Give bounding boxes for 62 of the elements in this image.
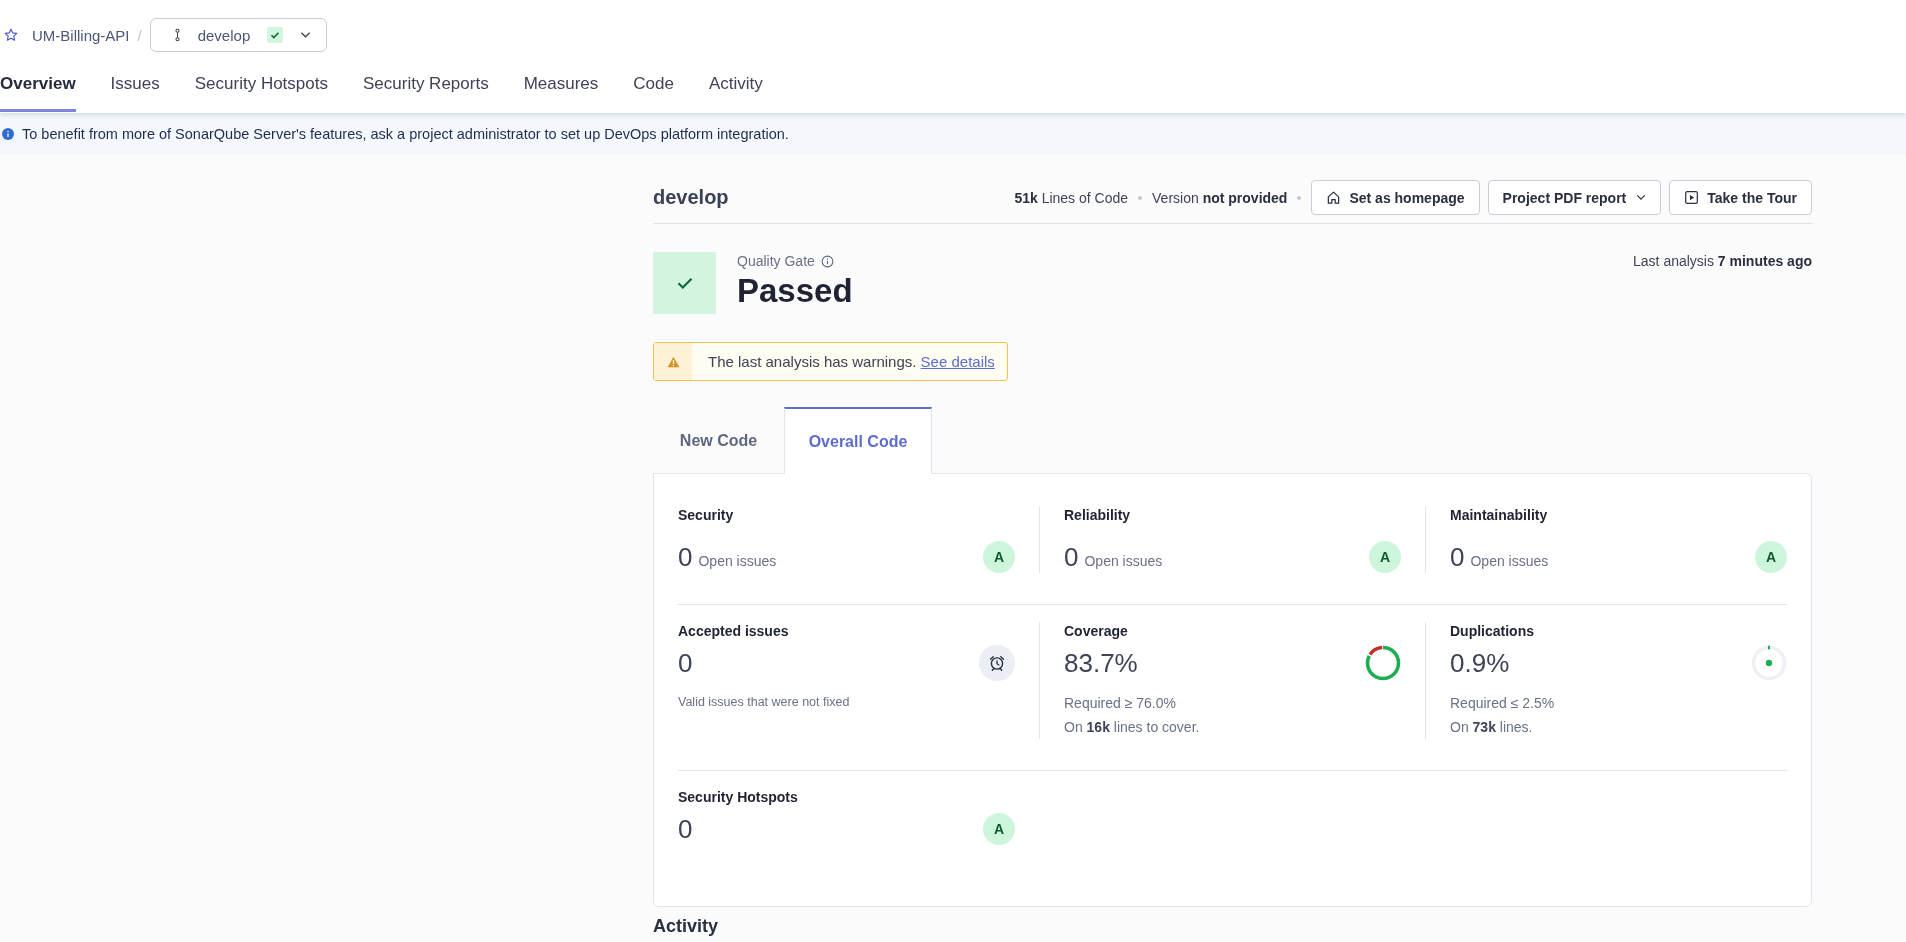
branch-icon <box>173 28 181 42</box>
metric-note: Required ≥ 76.0% <box>1064 694 1177 713</box>
header-button[interactable]: Project PDF report <box>1487 180 1662 215</box>
rating-badge: A <box>1369 541 1401 573</box>
metric-note: Valid issues that were not fixed <box>678 694 851 710</box>
rating-badge: A <box>1755 541 1787 573</box>
metric-label: Coverage <box>1064 622 1129 640</box>
metric-label: Duplications <box>1450 622 1535 640</box>
caret-icon <box>1636 194 1647 201</box>
nav-tab[interactable]: Code <box>633 62 674 112</box>
metric-value[interactable]: 0 <box>678 541 693 573</box>
project-link[interactable]: UM-Billing-API <box>32 26 130 44</box>
nav-tab[interactable]: Measures <box>523 62 599 112</box>
project-meta: 51k Lines of Code <box>1014 189 1129 206</box>
rating-badge: A <box>983 813 1015 845</box>
activity-heading: Activity <box>653 915 720 937</box>
banner-text: To benefit from more of SonarQube Server's features, ask a project administrator to set up DevOps platform integration. <box>22 126 789 142</box>
metric-value[interactable]: 0 <box>1064 541 1079 573</box>
warning-text: The last analysis has warnings. See details <box>707 352 996 372</box>
metric-label: Reliability <box>1064 506 1132 524</box>
metric-label: Security Hotspots <box>678 788 799 806</box>
star-icon[interactable] <box>4 28 18 42</box>
play-icon <box>1684 190 1700 205</box>
last-analysis: Last analysis 7 minutes ago <box>1633 252 1812 270</box>
quality-gate-label: Quality Gate <box>737 252 815 270</box>
metric-note: On 73k lines. <box>1450 718 1534 737</box>
rating-badge: A <box>983 541 1015 573</box>
code-tab[interactable]: Overall Code <box>784 407 932 474</box>
nav-tab[interactable]: Security Reports <box>363 62 489 112</box>
alarm-clock-icon <box>979 645 1015 681</box>
metric-unit: Open issues <box>698 552 777 569</box>
metric-value[interactable]: 0.9% <box>1450 647 1510 679</box>
branch-title: develop <box>653 186 729 209</box>
code-tab[interactable]: New Code <box>653 407 784 474</box>
header-button[interactable]: Take the Tour <box>1669 180 1812 215</box>
warning-icon <box>666 355 680 368</box>
info-icon[interactable] <box>820 254 834 268</box>
separator-dot-icon <box>1297 195 1302 200</box>
header-button[interactable]: Set as homepage <box>1311 180 1480 215</box>
metric-value[interactable]: 0 <box>678 813 693 845</box>
branch-selector[interactable]: develop <box>149 18 328 52</box>
nav-tab[interactable]: Issues <box>110 62 160 112</box>
home-icon <box>1326 190 1342 205</box>
metric-unit: Open issues <box>1084 552 1163 569</box>
metric-note: Required ≤ 2.5% <box>1450 694 1556 713</box>
caret-icon <box>300 31 312 39</box>
quality-gate-status: Passed <box>737 271 853 311</box>
project-meta: Version not provided <box>1152 189 1288 206</box>
separator-dot-icon <box>1138 195 1143 200</box>
metric-label: Accepted issues <box>678 622 790 640</box>
nav-tab[interactable]: Security Hotspots <box>194 62 328 112</box>
see-details-link[interactable]: See details <box>920 353 995 370</box>
nav-tab[interactable]: Activity <box>708 62 763 112</box>
breadcrumb-separator: / <box>137 26 142 44</box>
metric-unit: Open issues <box>1470 552 1549 569</box>
metric-value[interactable]: 83.7% <box>1064 647 1138 679</box>
metric-label: Maintainability <box>1450 506 1549 524</box>
metric-value[interactable]: 0 <box>678 647 693 679</box>
metric-value[interactable]: 0 <box>1450 541 1465 573</box>
metric-label: Security <box>678 506 735 524</box>
metric-note: On 16k lines to cover. <box>1064 718 1201 737</box>
duplication-ring-icon <box>1751 645 1787 681</box>
